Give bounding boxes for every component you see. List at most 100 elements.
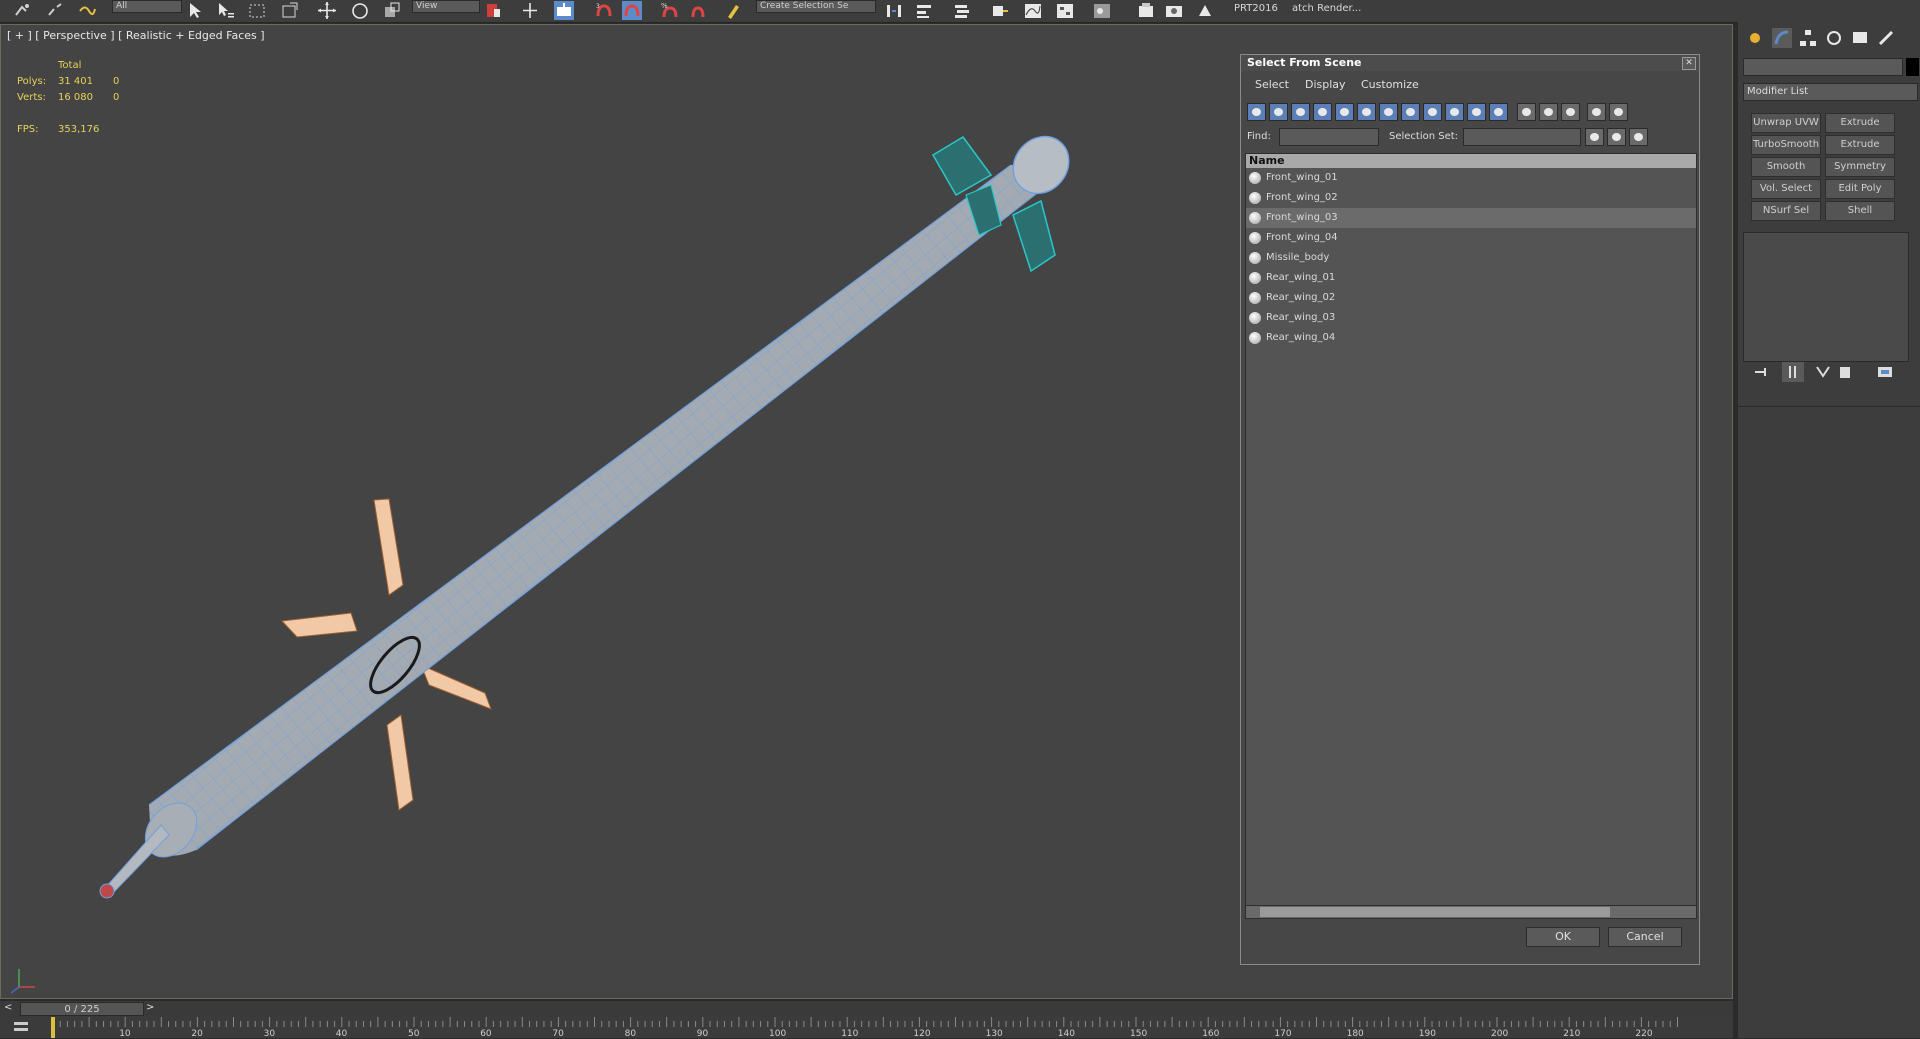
trackbar[interactable]: 10 20 30 40 50 60 70 80 90 100 110 120 130 140 150 160 1… <box>0 1017 1733 1039</box>
next-frame-icon[interactable]: > <box>146 1002 154 1013</box>
list-item[interactable]: Front_wing_04 <box>1246 228 1696 248</box>
list-item[interactable]: Front_wing_02 <box>1246 188 1696 208</box>
display-none-icon[interactable] <box>1539 103 1558 121</box>
ok-button[interactable]: OK <box>1526 927 1600 947</box>
filter-options-icon[interactable] <box>1609 103 1628 121</box>
selection-set-dropdown[interactable] <box>1463 128 1581 146</box>
pivot-center-icon[interactable] <box>484 1 504 20</box>
rotate-icon[interactable] <box>350 1 370 20</box>
unlink-icon[interactable] <box>45 1 65 20</box>
spinner-snap-icon[interactable] <box>688 1 708 20</box>
filter-frozen-icon[interactable] <box>1467 103 1486 121</box>
hierarchy-tab-icon[interactable] <box>1798 28 1818 48</box>
open-mini-curve-editor-icon[interactable] <box>12 1019 30 1035</box>
snaps-toggle-icon[interactable]: 3 <box>594 1 614 20</box>
dialog-title[interactable]: Select From Scene <box>1241 55 1699 71</box>
filter-xrefs-icon[interactable] <box>1401 103 1420 121</box>
modifier-button-extrude[interactable]: Extrude <box>1825 113 1895 133</box>
layer-manager-icon[interactable] <box>952 1 972 20</box>
filter-helpers-icon[interactable] <box>1335 103 1354 121</box>
keyboard-shortcut-override-icon[interactable] <box>554 1 574 20</box>
reference-coordinate-dropdown[interactable]: View <box>412 0 480 13</box>
rectangular-selection-icon[interactable] <box>247 1 267 20</box>
select-from-scene-dialog[interactable]: Select From Scene ✕ Select Display Custo… <box>1240 54 1700 965</box>
make-unique-icon[interactable] <box>1814 364 1832 380</box>
prev-frame-icon[interactable]: < <box>4 1002 12 1013</box>
selection-set-add-icon[interactable] <box>1585 128 1604 146</box>
modifier-button-extrude-2[interactable]: Extrude <box>1825 135 1895 155</box>
named-selection-sets-dropdown[interactable]: Create Selection Se <box>756 0 876 13</box>
show-end-result-icon[interactable] <box>1782 362 1804 382</box>
time-slider[interactable]: < 0 / 225 > <box>0 1000 1733 1017</box>
list-item[interactable]: Rear_wing_04 <box>1246 328 1696 348</box>
menu-display[interactable]: Display <box>1305 78 1346 91</box>
edit-named-selections-icon[interactable] <box>724 1 744 20</box>
list-item[interactable]: Rear_wing_02 <box>1246 288 1696 308</box>
filter-funnel-icon[interactable] <box>1587 103 1606 121</box>
object-color-swatch[interactable] <box>1906 58 1919 76</box>
modifier-button-nsurf-sel[interactable]: NSurf Sel <box>1751 201 1821 221</box>
batch-render-label[interactable]: atch Render... <box>1292 3 1361 14</box>
angle-snap-icon[interactable] <box>622 1 642 20</box>
move-icon[interactable] <box>317 1 337 20</box>
motion-tab-icon[interactable] <box>1824 28 1844 48</box>
filter-spacewarps-icon[interactable] <box>1357 103 1376 121</box>
remove-modifier-icon[interactable] <box>1836 364 1854 380</box>
scrollbar-thumb[interactable] <box>1260 907 1610 917</box>
create-tab-icon[interactable] <box>1745 28 1765 48</box>
curve-editor-icon[interactable] <box>1023 1 1043 20</box>
modifier-stack[interactable] <box>1743 232 1909 362</box>
select-object-icon[interactable] <box>185 1 205 20</box>
display-all-icon[interactable] <box>1517 103 1536 121</box>
column-header-name[interactable]: Name <box>1246 154 1696 168</box>
list-item-selected[interactable]: Front_wing_03 <box>1246 208 1696 228</box>
cancel-button[interactable]: Cancel <box>1608 927 1682 947</box>
find-input[interactable] <box>1279 128 1379 146</box>
filter-groups-icon[interactable] <box>1379 103 1398 121</box>
scene-explorer-icon[interactable] <box>990 1 1010 20</box>
material-editor-icon[interactable] <box>1092 1 1112 20</box>
modifier-button-edit-poly[interactable]: Edit Poly <box>1825 179 1895 199</box>
modifier-list-dropdown[interactable]: Modifier List <box>1743 83 1918 101</box>
window-crossing-icon[interactable] <box>280 1 300 20</box>
filter-lights-icon[interactable] <box>1291 103 1310 121</box>
rendered-frame-window-icon[interactable] <box>1164 1 1184 20</box>
missile-body[interactable] <box>99 164 1042 899</box>
select-by-name-icon[interactable] <box>215 1 235 20</box>
modify-tab-icon[interactable] <box>1772 28 1792 48</box>
modifier-button-smooth[interactable]: Smooth <box>1751 157 1821 177</box>
align-icon[interactable] <box>914 1 934 20</box>
filter-containers-icon[interactable] <box>1445 103 1464 121</box>
modifier-button-shell[interactable]: Shell <box>1825 201 1895 221</box>
modifier-button-symmetry[interactable]: Symmetry <box>1825 157 1895 177</box>
prt-label[interactable]: PRT2016 <box>1234 3 1278 14</box>
render-production-icon[interactable] <box>1195 1 1215 20</box>
selection-filter-dropdown[interactable]: All <box>112 0 182 13</box>
scene-object-list[interactable]: Name Front_wing_01 Front_wing_02 Front_w… <box>1245 153 1697 911</box>
object-name-field[interactable] <box>1743 58 1903 76</box>
menu-customize[interactable]: Customize <box>1361 78 1419 91</box>
modifier-button-vol-select[interactable]: Vol. Select <box>1751 179 1821 199</box>
filter-hidden-icon[interactable] <box>1489 103 1508 121</box>
select-link-icon[interactable] <box>12 1 32 20</box>
pin-stack-icon[interactable] <box>1752 364 1770 380</box>
list-item[interactable]: Missile_body <box>1246 248 1696 268</box>
list-item[interactable]: Front_wing_01 <box>1246 168 1696 188</box>
list-item[interactable]: Rear_wing_01 <box>1246 268 1696 288</box>
render-setup-icon[interactable] <box>1136 1 1156 20</box>
display-invert-icon[interactable] <box>1561 103 1580 121</box>
schematic-view-icon[interactable] <box>1055 1 1075 20</box>
list-horizontal-scrollbar[interactable] <box>1245 905 1697 919</box>
selection-set-edit-icon[interactable] <box>1607 128 1626 146</box>
modifier-button-unwrap-uvw[interactable]: Unwrap UVW <box>1751 113 1821 133</box>
percent-snap-icon[interactable]: % <box>660 1 680 20</box>
filter-bones-icon[interactable] <box>1423 103 1442 121</box>
filter-cameras-icon[interactable] <box>1313 103 1332 121</box>
selection-set-remove-icon[interactable] <box>1629 128 1648 146</box>
scale-icon[interactable] <box>382 1 402 20</box>
dialog-close-button[interactable]: ✕ <box>1682 57 1696 70</box>
configure-modifier-sets-icon[interactable] <box>1876 364 1894 380</box>
mirror-icon[interactable] <box>884 1 904 20</box>
utilities-tab-icon[interactable] <box>1876 28 1896 48</box>
time-slider-thumb[interactable]: 0 / 225 <box>20 1002 144 1016</box>
